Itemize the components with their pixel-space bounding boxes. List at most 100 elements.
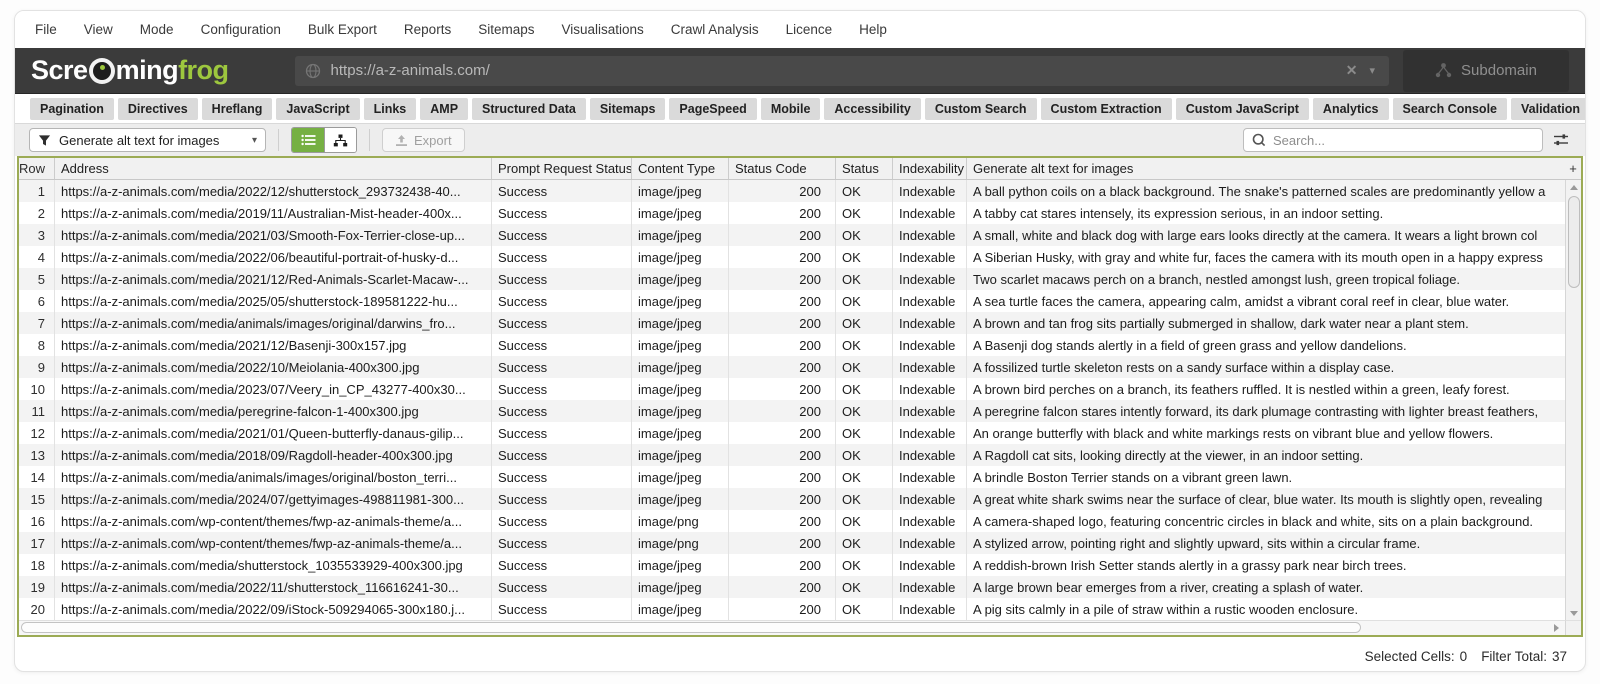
tab[interactable]: Hreflang [202,98,273,120]
cell-indexability[interactable]: Indexable [893,268,967,290]
cell-indexability[interactable]: Indexable [893,290,967,312]
cell-alt-text[interactable]: A fossilized turtle skeleton rests on a … [967,356,1565,378]
cell-prompt-request-status[interactable]: Success [492,246,632,268]
cell-content-type[interactable]: image/jpeg [632,312,729,334]
cell-prompt-request-status[interactable]: Success [492,224,632,246]
cell-content-type[interactable]: image/jpeg [632,444,729,466]
cell-status[interactable]: OK [836,466,893,488]
cell-row-number[interactable]: 15 [19,488,55,510]
tab[interactable]: Mobile [761,98,821,120]
cell-row-number[interactable]: 10 [19,378,55,400]
cell-status-code[interactable]: 200 [729,246,836,268]
cell-status[interactable]: OK [836,268,893,290]
cell-status-code[interactable]: 200 [729,444,836,466]
cell-content-type[interactable]: image/jpeg [632,202,729,224]
tab[interactable]: Pagination [30,98,114,120]
cell-prompt-request-status[interactable]: Success [492,268,632,290]
cell-alt-text[interactable]: A Siberian Husky, with gray and white fu… [967,246,1565,268]
tab[interactable]: Accessibility [824,98,920,120]
cell-prompt-request-status[interactable]: Success [492,488,632,510]
cell-row-number[interactable]: 18 [19,554,55,576]
cell-prompt-request-status[interactable]: Success [492,554,632,576]
table-row[interactable]: 15 https://a-z-animals.com/media/2024/07… [19,488,1565,510]
table-row[interactable]: 6 https://a-z-animals.com/media/2025/05/… [19,290,1565,312]
cell-status[interactable]: OK [836,576,893,598]
horizontal-scrollbar-thumb[interactable] [21,622,1361,633]
cell-status-code[interactable]: 200 [729,312,836,334]
cell-row-number[interactable]: 8 [19,334,55,356]
column-header-address[interactable]: Address [55,158,492,179]
export-button[interactable]: Export [382,128,465,152]
cell-status-code[interactable]: 200 [729,334,836,356]
table-row[interactable]: 3 https://a-z-animals.com/media/2021/03/… [19,224,1565,246]
cell-indexability[interactable]: Indexable [893,444,967,466]
cell-indexability[interactable]: Indexable [893,356,967,378]
cell-row-number[interactable]: 17 [19,532,55,554]
cell-status[interactable]: OK [836,422,893,444]
cell-alt-text[interactable]: A tabby cat stares intensely, its expres… [967,202,1565,224]
cell-status[interactable]: OK [836,554,893,576]
tab[interactable]: Links [364,98,417,120]
cell-alt-text[interactable]: An orange butterfly with black and white… [967,422,1565,444]
cell-prompt-request-status[interactable]: Success [492,378,632,400]
scroll-up-icon[interactable] [1566,180,1581,194]
table-row[interactable]: 1 https://a-z-animals.com/media/2022/12/… [19,180,1565,202]
search-field[interactable] [1243,128,1543,152]
cell-status-code[interactable]: 200 [729,576,836,598]
cell-row-number[interactable]: 5 [19,268,55,290]
horizontal-scrollbar[interactable] [19,620,1565,635]
scroll-down-icon[interactable] [1566,606,1581,620]
cell-prompt-request-status[interactable]: Success [492,312,632,334]
cell-status-code[interactable]: 200 [729,268,836,290]
crawl-url-input[interactable] [331,62,1338,79]
cell-status[interactable]: OK [836,378,893,400]
tab[interactable]: PageSpeed [669,98,756,120]
cell-indexability[interactable]: Indexable [893,224,967,246]
vertical-scrollbar-thumb[interactable] [1568,196,1580,288]
url-history-caret-icon[interactable]: ▾ [1365,64,1379,77]
cell-address[interactable]: https://a-z-animals.com/media/2019/11/Au… [55,202,492,224]
cell-address[interactable]: https://a-z-animals.com/wp-content/theme… [55,532,492,554]
cell-indexability[interactable]: Indexable [893,246,967,268]
cell-status-code[interactable]: 200 [729,180,836,202]
cell-prompt-request-status[interactable]: Success [492,444,632,466]
cell-row-number[interactable]: 2 [19,202,55,224]
table-row[interactable]: 2 https://a-z-animals.com/media/2019/11/… [19,202,1565,224]
tab[interactable]: Directives [118,98,198,120]
cell-status[interactable]: OK [836,312,893,334]
cell-alt-text[interactable]: A reddish-brown Irish Setter stands aler… [967,554,1565,576]
tab[interactable]: JavaScript [276,98,359,120]
cell-row-number[interactable]: 3 [19,224,55,246]
cell-alt-text[interactable]: A Ragdoll cat sits, looking directly at … [967,444,1565,466]
cell-prompt-request-status[interactable]: Success [492,422,632,444]
cell-content-type[interactable]: image/jpeg [632,598,729,620]
cell-alt-text[interactable]: A brown bird perches on a branch, its fe… [967,378,1565,400]
cell-address[interactable]: https://a-z-animals.com/media/2024/07/ge… [55,488,492,510]
cell-status[interactable]: OK [836,246,893,268]
cell-indexability[interactable]: Indexable [893,334,967,356]
cell-address[interactable]: https://a-z-animals.com/media/2022/11/sh… [55,576,492,598]
column-header-prompt-request-status[interactable]: Prompt Request Status [492,158,632,179]
tab[interactable]: Custom Search [925,98,1037,120]
cell-content-type[interactable]: image/jpeg [632,422,729,444]
table-row[interactable]: 19 https://a-z-animals.com/media/2022/11… [19,576,1565,598]
cell-address[interactable]: https://a-z-animals.com/media/2023/07/Ve… [55,378,492,400]
cell-indexability[interactable]: Indexable [893,576,967,598]
cell-alt-text[interactable]: A peregrine falcon stares intently forwa… [967,400,1565,422]
cell-address[interactable]: https://a-z-animals.com/media/shuttersto… [55,554,492,576]
cell-row-number[interactable]: 13 [19,444,55,466]
cell-status[interactable]: OK [836,532,893,554]
cell-status-code[interactable]: 200 [729,510,836,532]
cell-prompt-request-status[interactable]: Success [492,510,632,532]
table-row[interactable]: 10 https://a-z-animals.com/media/2023/07… [19,378,1565,400]
table-row[interactable]: 7 https://a-z-animals.com/media/animals/… [19,312,1565,334]
table-row[interactable]: 5 https://a-z-animals.com/media/2021/12/… [19,268,1565,290]
cell-prompt-request-status[interactable]: Success [492,466,632,488]
cell-content-type[interactable]: image/jpeg [632,224,729,246]
cell-row-number[interactable]: 14 [19,466,55,488]
table-row[interactable]: 17 https://a-z-animals.com/wp-content/th… [19,532,1565,554]
column-header-content-type[interactable]: Content Type [632,158,729,179]
tab[interactable]: Sitemaps [590,98,666,120]
menu-item[interactable]: Visualisations [561,22,643,37]
cell-indexability[interactable]: Indexable [893,312,967,334]
